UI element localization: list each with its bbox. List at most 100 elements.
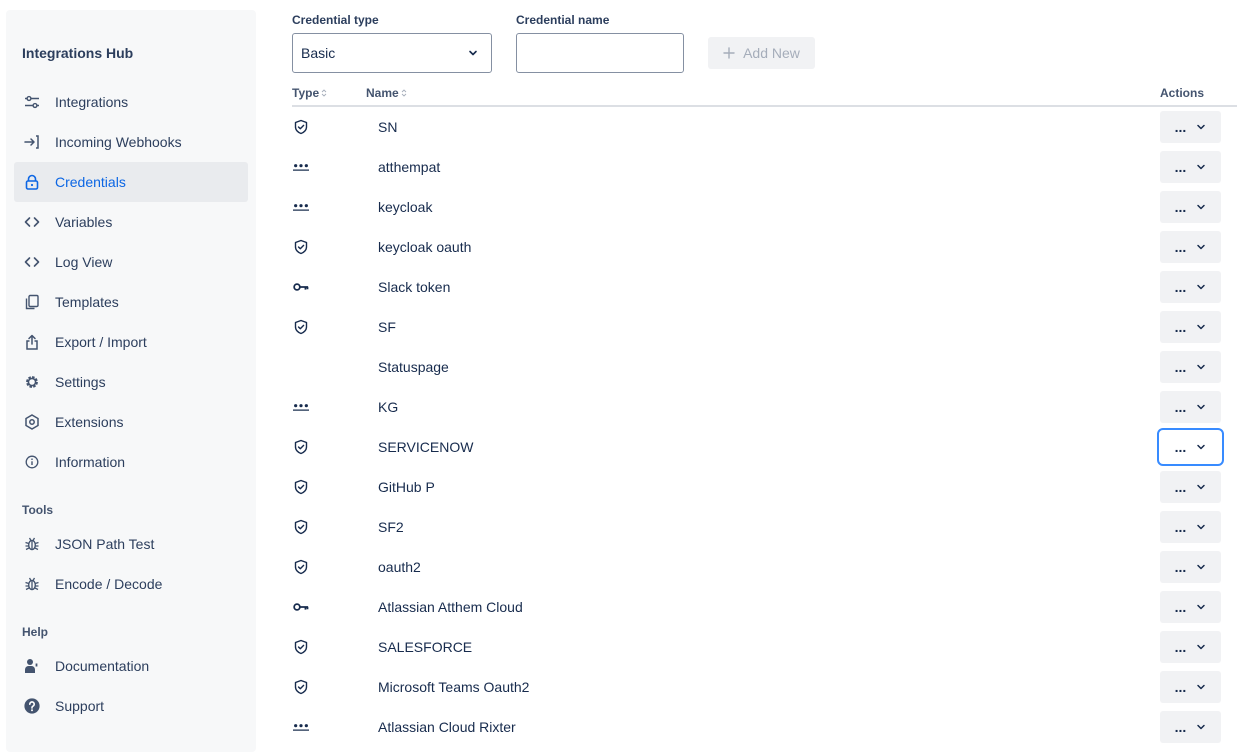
table-row: keycloak... [292,187,1237,227]
sidebar-item-label: Credentials [55,174,126,190]
sidebar-item-label: Log View [55,254,113,270]
table-row: Microsoft Teams Oauth2... [292,667,1237,707]
chevron-down-icon [1196,639,1206,655]
add-new-label: Add New [743,45,800,61]
credential-type-label: Credential type [292,13,379,27]
chevron-down-icon [1196,279,1206,295]
credential-name: keycloak [378,199,433,215]
help-section-label: Help [22,625,49,639]
chevron-down-icon [1196,199,1206,215]
row-actions-button[interactable]: ... [1160,591,1221,623]
row-actions-label: ... [1174,639,1187,655]
sidebar-item-log-view[interactable]: Log View [14,242,248,282]
table-row: SF2... [292,507,1237,547]
bug-icon [24,576,40,592]
sidebar-item-support[interactable]: Support [14,686,248,726]
table-row: SF... [292,307,1237,347]
table-row: Slack token... [292,267,1237,307]
credential-name: SERVICENOW [378,439,474,455]
chevron-down-icon [1196,479,1206,495]
sidebar-item-extensions[interactable]: Extensions [14,402,248,442]
row-actions-button[interactable]: ... [1160,711,1221,743]
credential-name: keycloak oauth [378,239,472,255]
sidebar-item-label: Templates [55,294,119,310]
row-actions-button[interactable]: ... [1157,428,1224,466]
question-icon [24,698,40,714]
shield-icon [292,478,310,496]
type-header-label: Type [292,86,320,100]
key-icon [292,278,310,296]
row-actions-button[interactable]: ... [1160,271,1221,303]
dots-icon [292,718,310,736]
row-actions-label: ... [1174,199,1187,215]
sidebar-item-label: Extensions [55,414,124,430]
row-actions-button[interactable]: ... [1160,551,1221,583]
sidebar-item-incoming-webhooks[interactable]: Incoming Webhooks [14,122,248,162]
row-actions-label: ... [1174,319,1187,335]
table-row: GitHub P... [292,467,1237,507]
shield-icon [292,318,310,336]
sidebar-item-templates[interactable]: Templates [14,282,248,322]
credential-name-input[interactable] [516,33,684,73]
chevron-down-icon [1196,439,1206,455]
chevron-down-icon [1196,559,1206,575]
copy-icon [24,294,40,310]
row-actions-label: ... [1174,399,1187,415]
row-actions-label: ... [1174,239,1187,255]
sidebar-item-label: Settings [55,374,106,390]
sidebar-item-information[interactable]: Information [14,442,248,482]
sidebar-item-label: Encode / Decode [55,576,163,592]
row-actions-button[interactable]: ... [1160,111,1221,143]
hexagon-icon [24,414,40,430]
table-row: SN... [292,107,1237,147]
sidebar-item-label: JSON Path Test [55,536,155,552]
key-icon [292,598,310,616]
sidebar-item-integrations[interactable]: Integrations [14,82,248,122]
code-icon [24,214,40,230]
chevron-down-icon [469,50,477,56]
row-actions-button[interactable]: ... [1160,391,1221,423]
sort-icon [401,89,407,97]
row-actions-label: ... [1174,519,1187,535]
row-actions-button[interactable]: ... [1160,631,1221,663]
type-column-header[interactable]: Type [292,86,327,100]
row-actions-button[interactable]: ... [1160,151,1221,183]
row-actions-button[interactable]: ... [1160,671,1221,703]
shield-icon [292,518,310,536]
sidebar-item-documentation[interactable]: Documentation [14,646,248,686]
gear-icon [24,374,40,390]
chevron-down-icon [1196,159,1206,175]
row-actions-label: ... [1174,119,1187,135]
row-actions-button[interactable]: ... [1160,311,1221,343]
sidebar-item-credentials[interactable]: Credentials [14,162,248,202]
row-actions-button[interactable]: ... [1160,351,1221,383]
sidebar-item-encode-decode[interactable]: Encode / Decode [14,564,248,604]
row-actions-button[interactable]: ... [1160,471,1221,503]
name-column-header[interactable]: Name [366,86,407,100]
plus-icon [723,47,735,59]
chevron-down-icon [1196,599,1206,615]
credential-type-select[interactable]: Basic [292,33,492,73]
row-actions-button[interactable]: ... [1160,511,1221,543]
sidebar-item-settings[interactable]: Settings [14,362,248,402]
credential-name-label: Credential name [516,13,610,27]
add-new-button[interactable]: Add New [708,37,815,69]
table-row: oauth2... [292,547,1237,587]
actions-column-header: Actions [1160,86,1204,100]
row-actions-button[interactable]: ... [1160,191,1221,223]
sidebar-item-json-path-test[interactable]: JSON Path Test [14,524,248,564]
chevron-down-icon [1196,359,1206,375]
lock-icon [24,174,40,190]
row-actions-label: ... [1174,439,1187,455]
table-row: Atlassian Cloud Rixter... [292,707,1237,747]
name-header-label: Name [366,86,399,100]
person-icon [24,658,40,674]
credential-type-value: Basic [301,45,336,61]
table-row: keycloak oauth... [292,227,1237,267]
row-actions-label: ... [1174,559,1187,575]
row-actions-button[interactable]: ... [1160,231,1221,263]
sliders-icon [24,94,40,110]
sidebar-item-variables[interactable]: Variables [14,202,248,242]
sidebar-item-export-import[interactable]: Export / Import [14,322,248,362]
tools-section-label: Tools [22,503,54,517]
